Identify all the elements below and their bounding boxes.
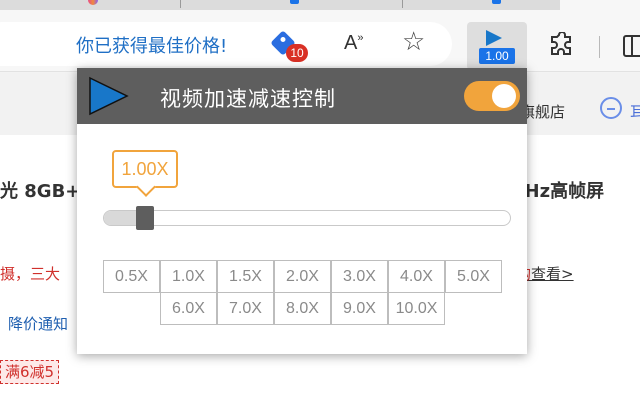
coupon-tag[interactable]: 满6减5	[0, 360, 60, 384]
coupon-button[interactable]: 10	[270, 30, 308, 64]
price-drop-notice-link[interactable]: 降价通知	[8, 313, 68, 334]
sidebar-panel-icon[interactable]	[623, 35, 640, 57]
speed-preset-button[interactable]: 0.5X	[103, 260, 160, 293]
customer-service-label[interactable]: 耳	[630, 101, 640, 122]
best-price-message[interactable]: 你已获得最佳价格!	[76, 32, 227, 58]
coupon-count-badge: 10	[286, 44, 308, 62]
speed-preset-button[interactable]: 1.0X	[160, 260, 217, 293]
toolbar-divider	[599, 36, 600, 58]
speed-preset-button[interactable]: 9.0X	[331, 292, 388, 325]
speed-preset-button[interactable]: 10.0X	[388, 292, 445, 325]
play-triangle-icon	[89, 76, 129, 116]
current-speed-tooltip: 1.00X	[112, 150, 178, 188]
speed-preset-button[interactable]: 8.0X	[274, 292, 331, 325]
extension-speed-badge: 1.00	[479, 48, 515, 64]
tab-favicon	[290, 0, 299, 4]
speed-preset-button[interactable]: 6.0X	[160, 292, 217, 325]
star-outline-icon[interactable]: ☆	[402, 28, 425, 56]
popup-title: 视频加速减速控制	[160, 87, 336, 111]
product-title-left: 光 8GB+	[0, 181, 81, 202]
read-aloud-icon[interactable]: A»	[344, 32, 363, 55]
speed-preset-button[interactable]: 5.0X	[445, 260, 502, 293]
chat-bubble-icon[interactable]	[600, 97, 622, 119]
puzzle-icon[interactable]	[550, 31, 576, 63]
promo-text: 摄，三大	[0, 265, 61, 283]
speed-preset-grid: 0.5X 1.0X 1.5X 2.0X 3.0X 4.0X 5.0X 6.0X 7.0X 8.0X…	[103, 260, 503, 326]
enable-toggle[interactable]	[464, 81, 520, 111]
speed-preset-button[interactable]: 3.0X	[331, 260, 388, 293]
browser-toolbar: 你已获得最佳价格! 10 A» ☆ 1.00	[0, 10, 640, 72]
video-speed-extension-button[interactable]: 1.00	[467, 22, 527, 70]
toggle-knob	[492, 84, 516, 108]
tab-favicon	[88, 0, 98, 5]
play-triangle-icon	[486, 30, 502, 46]
active-tab[interactable]	[560, 0, 640, 10]
video-speed-popup: 视频加速减速控制 1.00X 0.5X 1.0X 1.5X 2.0X 3.0X 4.0X 5…	[77, 68, 527, 354]
promo-link-text: 查看>	[531, 265, 574, 283]
tab-separator	[180, 0, 181, 8]
read-aloud-letter: A	[344, 32, 358, 54]
speed-preset-button[interactable]: 1.5X	[217, 260, 274, 293]
tab-favicon	[492, 0, 501, 4]
speed-preset-button[interactable]: 4.0X	[388, 260, 445, 293]
read-aloud-waves: »	[357, 32, 364, 44]
speed-preset-button[interactable]: 7.0X	[217, 292, 274, 325]
speed-slider-track[interactable]	[103, 210, 511, 226]
tab-strip	[0, 0, 640, 10]
puzzle-icon-svg	[551, 31, 571, 55]
popup-header: 视频加速减速控制	[77, 68, 527, 124]
speed-preset-button[interactable]: 2.0X	[274, 260, 331, 293]
speed-slider-thumb[interactable]	[136, 206, 154, 230]
tab-separator	[402, 0, 403, 8]
